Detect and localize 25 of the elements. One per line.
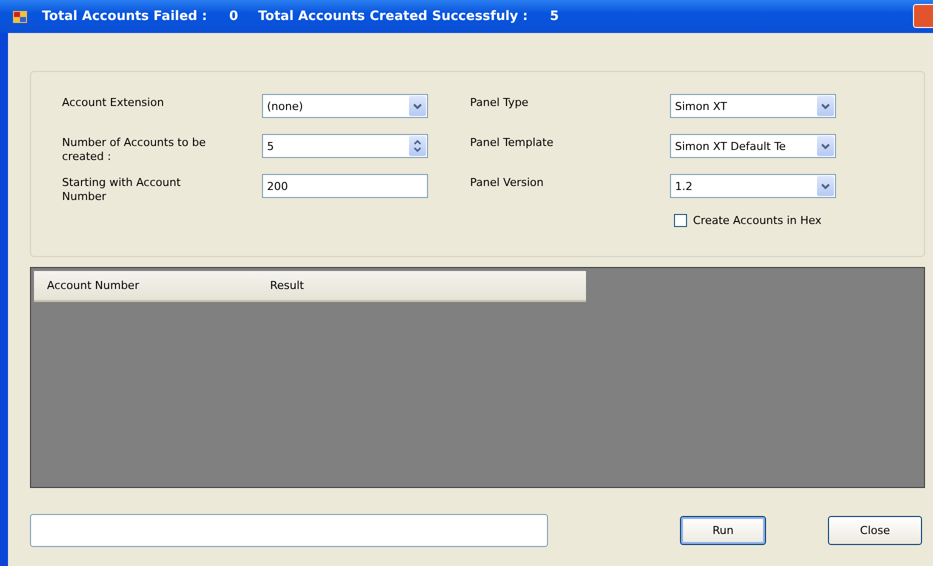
input-field[interactable]: 200 (262, 174, 428, 198)
created-count: 5 (550, 9, 559, 24)
column-header[interactable]: Account Number (34, 279, 257, 292)
field-label: Number of Accounts to be created : (62, 135, 207, 164)
field-label: Account Extension (62, 95, 165, 110)
spin-field[interactable]: 5 (262, 134, 428, 158)
dropdown[interactable]: Simon XT Default Te (670, 134, 836, 158)
window-title: Total Accounts Created Successfuly : (258, 9, 528, 24)
spin-arrows-icon (409, 136, 426, 156)
close-button[interactable]: Close (828, 516, 922, 545)
run-button[interactable]: Run (680, 516, 766, 545)
window-title: Total Accounts Failed : (42, 9, 208, 24)
dropdown[interactable]: (none) (262, 94, 428, 118)
failed-count: 0 (229, 9, 238, 24)
close-button[interactable] (913, 4, 933, 28)
dropdown[interactable]: Simon XT (670, 94, 836, 118)
checkbox-label: Create Accounts in Hex (693, 214, 822, 227)
dropdown[interactable]: 1.2 (670, 174, 836, 198)
field-label: Panel Template (470, 135, 554, 150)
column-header[interactable]: Result (257, 279, 480, 292)
field-label: Starting with Account Number (62, 175, 182, 204)
app-icon (12, 8, 28, 24)
field-label: Panel Type (470, 95, 530, 110)
checkbox[interactable] (674, 214, 687, 227)
field-label: Panel Version (470, 175, 545, 190)
